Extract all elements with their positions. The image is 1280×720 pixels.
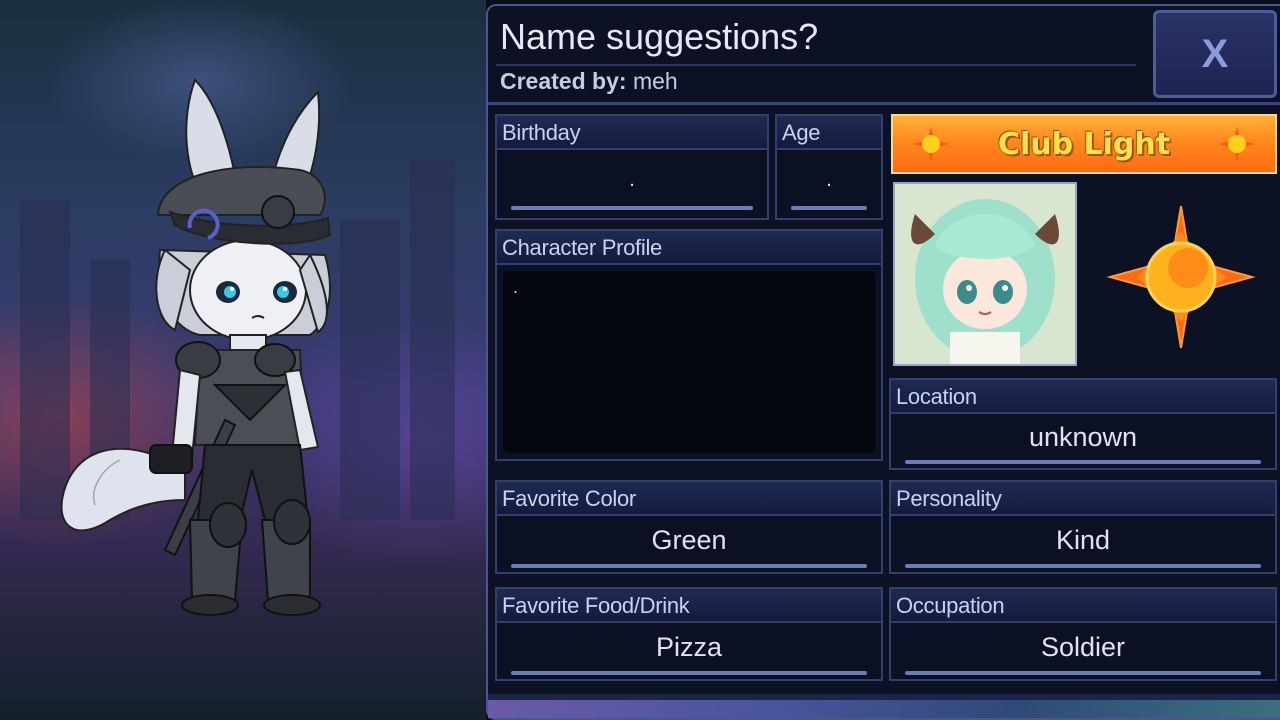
favorite-food-value: Pizza — [655, 631, 723, 662]
sun-icon — [1219, 126, 1255, 162]
close-icon: X — [1201, 31, 1229, 76]
personality-underline — [905, 564, 1261, 568]
birthday-value: . — [629, 168, 635, 191]
favorite-food-field[interactable]: Favorite Food/Drink Pizza — [495, 587, 883, 681]
birthday-label: Birthday — [497, 116, 767, 150]
page-title: Name suggestions? — [500, 16, 819, 57]
occupation-underline — [905, 671, 1261, 675]
personality-label: Personality — [891, 482, 1275, 516]
personality-field[interactable]: Personality Kind — [889, 480, 1277, 574]
location-value: unknown — [1028, 421, 1138, 452]
created-by-label: Created by: — [500, 68, 627, 94]
occupation-value: Soldier — [1040, 631, 1126, 662]
close-button[interactable]: X — [1153, 10, 1277, 98]
portrait-image — [895, 184, 1075, 364]
birthday-underline — [511, 206, 753, 210]
favorite-food-underline — [511, 671, 867, 675]
age-label: Age — [777, 116, 881, 150]
club-banner: Club Light — [891, 114, 1277, 174]
birthday-field[interactable]: Birthday . — [495, 114, 769, 220]
panel-footer-bar — [488, 694, 1280, 718]
character-scene — [0, 0, 486, 720]
occupation-label: Occupation — [891, 589, 1275, 623]
favorite-color-underline — [511, 564, 867, 568]
location-underline — [905, 460, 1261, 464]
character-avatar — [60, 78, 332, 616]
sun-emblem-icon — [1106, 205, 1256, 349]
title-divider — [496, 64, 1136, 66]
age-value: . — [826, 168, 832, 191]
sun-icon — [913, 126, 949, 162]
footer-bar-edge — [488, 694, 1280, 700]
created-by-value: meh — [632, 68, 678, 94]
favorite-color-value: Green — [651, 524, 727, 555]
location-field[interactable]: Location unknown — [889, 378, 1277, 470]
location-label: Location — [891, 380, 1275, 414]
age-underline — [791, 206, 867, 210]
header-divider — [488, 102, 1280, 105]
club-leader-portrait[interactable] — [893, 182, 1077, 366]
occupation-field[interactable]: Occupation Soldier — [889, 587, 1277, 681]
favorite-color-field[interactable]: Favorite Color Green — [495, 480, 883, 574]
character-profile-panel: Name suggestions? Created by: meh X Birt… — [486, 4, 1280, 720]
favorite-color-label: Favorite Color — [497, 482, 881, 516]
character-profile-label: Character Profile — [497, 231, 881, 265]
character-profile-field[interactable]: Character Profile . — [495, 229, 883, 461]
club-name: Club Light — [997, 126, 1171, 162]
creator-line: Created by: meh — [500, 68, 678, 95]
character-profile-textarea[interactable]: . — [503, 271, 875, 453]
personality-value: Kind — [1055, 524, 1111, 555]
favorite-food-label: Favorite Food/Drink — [497, 589, 881, 623]
age-field[interactable]: Age . — [775, 114, 883, 220]
